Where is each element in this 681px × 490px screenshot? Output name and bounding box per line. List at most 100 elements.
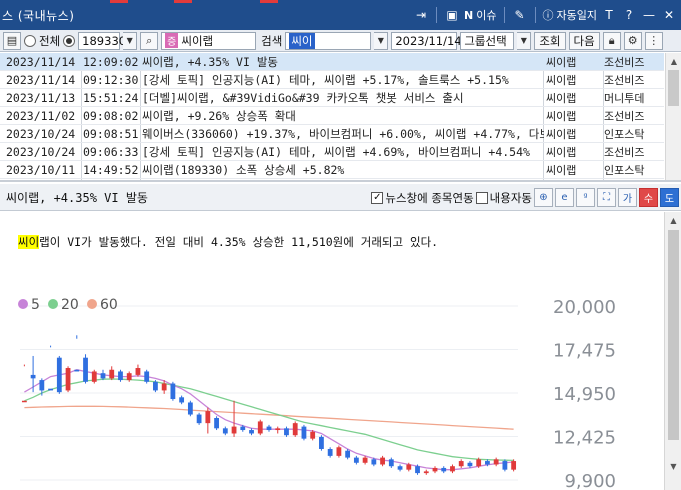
candle-body: [91, 371, 97, 382]
news-stock: 씨이랩: [546, 109, 577, 123]
scroll-thumb[interactable]: [668, 230, 679, 440]
expand-icon[interactable]: ⛶: [597, 188, 616, 207]
candle-body: [118, 371, 123, 381]
news-time: 09:06:33: [83, 144, 139, 159]
candle-body: [415, 466, 420, 474]
auto-log-label: 자동일지: [556, 9, 597, 22]
news-source: 조선비즈: [604, 145, 645, 159]
font-icon[interactable]: T: [601, 7, 617, 23]
legend-swatch: [48, 299, 58, 309]
group-select[interactable]: 그룹선택: [460, 31, 515, 50]
stock-code-input[interactable]: 189330: [78, 31, 126, 50]
candle-body: [126, 373, 132, 381]
help-icon[interactable]: ?: [621, 7, 637, 23]
candle-body: [249, 430, 254, 434]
close-icon[interactable]: ✕: [661, 7, 677, 23]
more-icon[interactable]: ⋮: [644, 31, 663, 50]
date-input[interactable]: 2023/11/14: [391, 31, 462, 50]
news-time: 15:51:24: [83, 90, 139, 105]
minimize-icon[interactable]: —: [641, 7, 657, 23]
search-icon[interactable]: ⌕: [140, 31, 159, 50]
tab-accent: [260, 0, 278, 3]
news-stock: 씨이랩: [546, 73, 577, 87]
link-stock-checkbox[interactable]: ✓: [371, 191, 384, 204]
search-dropdown[interactable]: ▼: [374, 31, 389, 50]
query-button[interactable]: 조회: [534, 31, 566, 50]
stock-code-dropdown[interactable]: ▼: [123, 31, 138, 50]
candle-body: [406, 464, 412, 470]
candle-body: [467, 462, 473, 467]
news-source: 조선비즈: [604, 73, 645, 87]
search-label: 검색: [261, 33, 283, 48]
candle-body: [458, 461, 464, 467]
scroll-up-icon[interactable]: ▲: [665, 212, 681, 228]
font-large-icon[interactable]: 가: [618, 188, 637, 207]
browser-icon[interactable]: e: [555, 188, 574, 207]
candle-body: [423, 471, 429, 474]
y-tick-label: 20,000: [553, 297, 616, 318]
search-text: 씨이: [289, 32, 315, 49]
candle-body: [39, 380, 45, 391]
candle-body: [170, 383, 176, 400]
issue-label: 이슈: [476, 9, 497, 22]
gear-icon[interactable]: ⚙: [623, 31, 642, 50]
scroll-up-icon[interactable]: ▲: [666, 53, 681, 69]
news-source: 인포스탁: [604, 163, 645, 177]
news-row[interactable]: 2023/10/24 09:06:33 [강세 토픽] 인공지능(AI) 테마, 씨…: [0, 143, 664, 161]
news-row[interactable]: 2023/11/13 15:51:24 [더벨]씨이랩, &#39VidiGo&#3…: [0, 89, 664, 107]
divider: [436, 7, 438, 23]
news-stock: 씨이랩: [546, 55, 577, 69]
candle-body: [266, 426, 272, 431]
price-chart: 20,000 17,475 14,950 12,425 9,900 5 20 60: [18, 297, 616, 490]
stock-name-field[interactable]: 증 씨이랩: [161, 31, 257, 50]
next-button[interactable]: 다음: [568, 31, 600, 50]
screen-icon[interactable]: ▣: [444, 7, 460, 23]
news-stock: 씨이랩: [546, 163, 577, 177]
zoom-icon[interactable]: ⊕: [534, 188, 553, 207]
legend-swatch: [87, 299, 97, 309]
news-row[interactable]: 2023/11/02 09:08:02 씨이랩, +9.26% 상승폭 확대 씨이랩 조…: [0, 107, 664, 125]
highlight-term: 씨이: [18, 235, 40, 249]
auto-content-checkbox[interactable]: [475, 191, 488, 204]
auto-log-button[interactable]: ⓘ 자동일지: [543, 7, 597, 23]
search-input[interactable]: 씨이: [285, 31, 372, 50]
candle-body: [30, 374, 36, 379]
all-label: 전체: [39, 33, 61, 48]
arrow-right-icon[interactable]: ⇥: [413, 7, 429, 23]
group-dropdown[interactable]: ▼: [517, 31, 532, 50]
article-text: 랩이 VI가 발동했다. 전일 대비 4.35% 상승한 11,510원에 거래…: [39, 235, 439, 249]
news-row[interactable]: 2023/10/11 14:49:52 씨이랩(189330) 소폭 상승세 +5.…: [0, 161, 664, 179]
list-scrollbar[interactable]: ▲: [665, 53, 681, 180]
font-small-icon[interactable]: ᵍ: [576, 188, 595, 207]
candle-body: [371, 459, 377, 465]
news-row[interactable]: 2023/10/24 09:08:51 웨이버스(336060) +19.37%, …: [0, 125, 664, 143]
do-button[interactable]: 도: [660, 188, 679, 207]
candle-body: [74, 369, 80, 372]
news-row[interactable]: 2023/11/14 12:09:02 씨이랩, +4.35% VI 발동 씨이랩 조선…: [0, 53, 664, 71]
scroll-down-icon[interactable]: ▼: [665, 458, 681, 474]
auto-content-label: 내용자동: [489, 190, 532, 205]
window-titlebar: 스 (국내뉴스) ⇥ ▣ N 이슈 ✎ ⓘ 자동일지 T ? — ✕: [0, 0, 681, 30]
candle-body: [48, 388, 53, 391]
all-radio[interactable]: [24, 34, 36, 47]
panel-toggle-icon[interactable]: ▤: [3, 31, 21, 50]
issue-button[interactable]: N 이슈: [464, 7, 496, 23]
news-date: 2023/11/14: [6, 72, 76, 87]
candle-body: [275, 428, 281, 431]
flag-icon[interactable]: ✎: [512, 7, 528, 23]
lock-icon[interactable]: 🔒︎: [602, 31, 621, 50]
divider: [534, 7, 536, 23]
news-time: 09:08:51: [83, 126, 139, 141]
news-row[interactable]: 2023/11/14 09:12:30 [강세 토픽] 인공지능(AI) 테마, 씨…: [0, 71, 664, 89]
article-scrollbar[interactable]: ▲ ▼: [664, 212, 681, 490]
legend-label: 60: [100, 297, 118, 313]
candle-body: [83, 357, 88, 382]
code-radio[interactable]: [63, 34, 76, 47]
candle-body: [65, 368, 71, 391]
news-title: 웨이버스(336060) +19.37%, 바이브컴퍼니 +6.00%, 씨이랩…: [142, 126, 544, 141]
scroll-thumb[interactable]: [668, 70, 679, 106]
news-time: 12:09:02: [83, 54, 139, 69]
su-button[interactable]: 수: [639, 188, 658, 207]
legend-label: 20: [61, 297, 79, 313]
news-date: 2023/10/11: [6, 162, 76, 177]
